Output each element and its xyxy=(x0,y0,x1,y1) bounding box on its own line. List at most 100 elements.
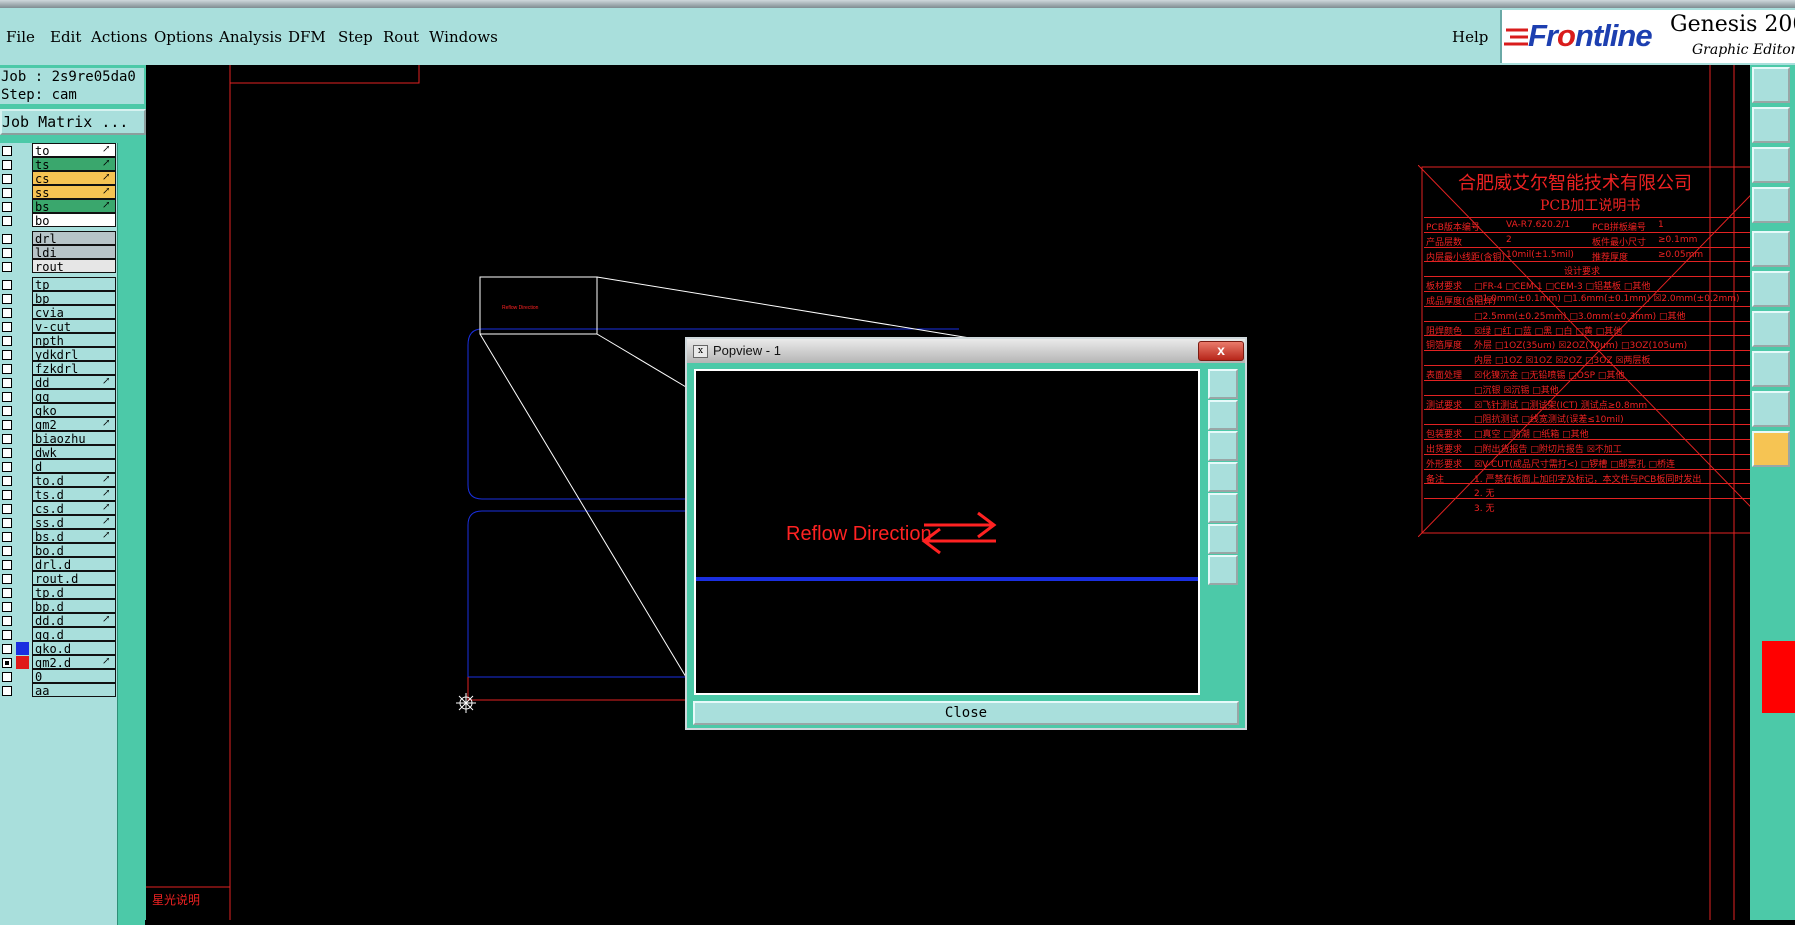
layer-checkbox[interactable] xyxy=(2,216,12,226)
layer-checkbox[interactable] xyxy=(2,644,12,654)
layer-checkbox[interactable] xyxy=(2,490,12,500)
layer-checkbox[interactable] xyxy=(2,188,12,198)
layer-name[interactable]: d xyxy=(32,459,116,474)
zoom-window-icon[interactable] xyxy=(1208,369,1238,399)
graphic-canvas[interactable]: Reflow Direction 星光说明 合肥威艾尔智能技术有限公司 PCB加… xyxy=(146,65,1780,920)
line-tool-icon[interactable] xyxy=(1752,311,1790,347)
menu-windows[interactable]: Windows xyxy=(429,28,498,46)
layer-checkbox[interactable] xyxy=(2,420,12,430)
layer-checkbox[interactable] xyxy=(2,378,12,388)
menu-options[interactable]: Options xyxy=(154,28,213,46)
menu-help[interactable]: Help xyxy=(1452,28,1488,46)
select-tool-icon[interactable] xyxy=(1752,351,1790,387)
layer-checkbox[interactable] xyxy=(2,560,12,570)
layer-name[interactable]: cvia xyxy=(32,305,116,320)
layer-checkbox[interactable] xyxy=(2,686,12,696)
layer-checkbox[interactable] xyxy=(2,616,12,626)
layer-name[interactable]: fzkdrl xyxy=(32,361,116,376)
layer-checkbox[interactable] xyxy=(2,248,12,258)
layer-checkbox[interactable] xyxy=(2,504,12,514)
layer-checkbox[interactable] xyxy=(2,532,12,542)
layer-checkbox[interactable] xyxy=(2,322,12,332)
popview-close-icon[interactable]: x xyxy=(1198,341,1244,361)
layer-checkbox[interactable] xyxy=(2,658,12,668)
layer-name[interactable]: aa xyxy=(32,683,116,698)
layer-name[interactable]: v-cut xyxy=(32,319,116,334)
layer-checkbox[interactable] xyxy=(2,672,12,682)
layer-checkbox[interactable] xyxy=(2,588,12,598)
layer-checkbox[interactable] xyxy=(2,602,12,612)
layer-name[interactable]: dwk xyxy=(32,445,116,460)
layer-checkbox[interactable] xyxy=(2,392,12,402)
menu-analysis[interactable]: Analysis xyxy=(219,28,282,46)
snap-tool-icon[interactable] xyxy=(1752,231,1790,267)
zoom-home-tool-icon[interactable] xyxy=(1752,147,1790,183)
layer-name[interactable]: biaozhu xyxy=(32,431,116,446)
layer-checkbox[interactable] xyxy=(2,308,12,318)
layer-checkbox[interactable] xyxy=(2,160,12,170)
layer-checkbox[interactable] xyxy=(2,350,12,360)
layer-checkbox[interactable] xyxy=(2,574,12,584)
layer-checkbox[interactable] xyxy=(2,476,12,486)
menu-file[interactable]: File xyxy=(6,28,35,46)
layer-name[interactable]: bp xyxy=(32,291,116,306)
layer-checkbox[interactable] xyxy=(2,174,12,184)
popview-titlebar[interactable]: x Popview - 1 xyxy=(687,339,1245,363)
layer-checkbox[interactable] xyxy=(2,630,12,640)
popview-canvas[interactable]: Reflow Direction xyxy=(694,369,1200,695)
layer-checkbox[interactable] xyxy=(2,546,12,556)
layer-name[interactable]: gg xyxy=(32,389,116,404)
menu-rout[interactable]: Rout xyxy=(383,28,419,46)
popview-close-button[interactable]: Close xyxy=(693,701,1239,725)
layer-name[interactable]: tp.d xyxy=(32,585,116,600)
layer-checkbox[interactable] xyxy=(2,518,12,528)
net-tool-icon[interactable] xyxy=(1752,271,1790,307)
layer-checkbox[interactable] xyxy=(2,234,12,244)
layer-checkbox[interactable] xyxy=(2,406,12,416)
measure-tool-icon[interactable] xyxy=(1752,187,1790,223)
menu-edit[interactable]: Edit xyxy=(50,28,81,46)
layer-row[interactable]: rout xyxy=(0,259,117,275)
layer-name[interactable]: drl xyxy=(32,231,116,246)
layer-name[interactable]: tp xyxy=(32,277,116,292)
menu-actions[interactable]: Actions xyxy=(91,28,147,46)
layer-name[interactable]: ldi xyxy=(32,245,116,260)
layer-name[interactable]: drl.d xyxy=(32,557,116,572)
pointer-tool-icon[interactable] xyxy=(1752,431,1790,467)
layer-name[interactable]: gko.d xyxy=(32,641,116,656)
polygon-tool-icon[interactable] xyxy=(1752,391,1790,427)
layer-name[interactable]: bp.d xyxy=(32,599,116,614)
job-matrix-button[interactable]: Job Matrix ... xyxy=(0,109,146,135)
layer-checkbox[interactable] xyxy=(2,294,12,304)
menu-step[interactable]: Step xyxy=(338,28,373,46)
pan-up-tool-icon[interactable] xyxy=(1752,67,1790,103)
layer-list-scrollbar[interactable] xyxy=(117,143,145,925)
layer-name[interactable]: 0 xyxy=(32,669,116,684)
layer-name[interactable]: bo.d xyxy=(32,543,116,558)
zoom-center-icon[interactable] xyxy=(1208,555,1238,585)
zoom-fit-icon[interactable] xyxy=(1208,524,1238,554)
layer-checkbox[interactable] xyxy=(2,146,12,156)
layer-checkbox[interactable] xyxy=(2,262,12,272)
layer-name[interactable]: gko xyxy=(32,403,116,418)
layer-row[interactable]: bo xyxy=(0,213,117,229)
layer-name[interactable]: npth xyxy=(32,333,116,348)
layer-name[interactable]: bo xyxy=(32,213,116,228)
layer-checkbox[interactable] xyxy=(2,434,12,444)
layer-name[interactable]: ydkdrl xyxy=(32,347,116,362)
layer-name[interactable]: rout xyxy=(32,259,116,274)
layer-row[interactable]: aa xyxy=(0,683,117,699)
pan-left-tool-icon[interactable] xyxy=(1752,107,1790,143)
menu-dfm[interactable]: DFM xyxy=(288,28,326,46)
pan-right-icon[interactable] xyxy=(1208,493,1238,523)
layer-checkbox[interactable] xyxy=(2,202,12,212)
layer-name[interactable]: gg.d xyxy=(32,627,116,642)
layer-checkbox[interactable] xyxy=(2,462,12,472)
pan-up-icon[interactable] xyxy=(1208,400,1238,430)
layer-name[interactable]: rout.d xyxy=(32,571,116,586)
layer-checkbox[interactable] xyxy=(2,280,12,290)
pan-left-icon[interactable] xyxy=(1208,462,1238,492)
pan-down-icon[interactable] xyxy=(1208,431,1238,461)
layer-checkbox[interactable] xyxy=(2,448,12,458)
layer-checkbox[interactable] xyxy=(2,364,12,374)
